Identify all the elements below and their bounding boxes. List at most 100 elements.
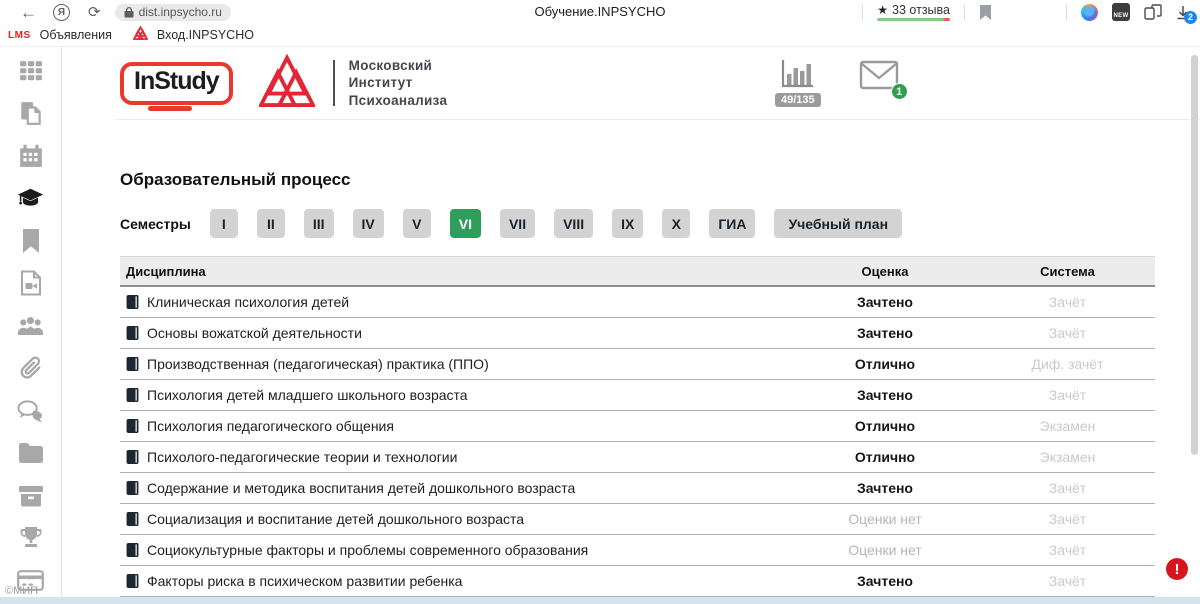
book-icon	[126, 574, 139, 588]
grade-cell: Оценки нет	[790, 542, 980, 558]
semester-tab-3[interactable]: III	[304, 209, 334, 238]
discipline-title: Факторы риска в психическом развитии реб…	[147, 573, 462, 589]
video-file-icon[interactable]	[17, 270, 44, 297]
discipline-link[interactable]: Факторы риска в психическом развитии реб…	[120, 573, 790, 589]
mail-unread-badge: 1	[891, 83, 908, 100]
people-icon[interactable]	[17, 312, 44, 339]
table-row: Психолого-педагогические теории и технол…	[120, 442, 1155, 473]
discipline-title: Социализация и воспитание детей дошкольн…	[147, 511, 524, 527]
page-title: Обучение.INPSYCHO	[535, 4, 666, 19]
chat-icon[interactable]	[17, 397, 44, 424]
bookmark-icon[interactable]	[17, 227, 44, 254]
table-row: Основы вожатской деятельности Зачтено За…	[120, 318, 1155, 349]
reload-icon[interactable]: ⟳	[88, 5, 101, 20]
discipline-title: Социокультурные факторы и проблемы совре…	[147, 542, 588, 558]
trophy-icon[interactable]	[17, 525, 44, 552]
grade-cell: Оценки нет	[790, 511, 980, 527]
discipline-link[interactable]: Психология детей младшего школьного возр…	[120, 387, 790, 403]
discipline-title: Содержание и методика воспитания детей д…	[147, 480, 575, 496]
divider	[1066, 5, 1067, 20]
column-grade: Оценка	[790, 264, 980, 279]
semester-tab-5[interactable]: V	[403, 209, 431, 238]
system-cell: Экзамен	[980, 449, 1155, 465]
semester-tab-2[interactable]: II	[257, 209, 285, 238]
table-header-row: Дисциплина Оценка Система	[120, 256, 1155, 287]
vertical-scrollbar[interactable]	[1191, 55, 1198, 455]
institute-triangle-logo-icon[interactable]	[259, 54, 315, 113]
progress-stats-button[interactable]: 49/135	[775, 56, 821, 107]
archive-icon[interactable]	[17, 482, 44, 509]
book-icon	[126, 357, 139, 371]
bar-chart-icon	[779, 56, 817, 92]
documents-icon[interactable]	[17, 100, 44, 127]
book-icon	[126, 543, 139, 557]
collections-icon[interactable]	[1144, 4, 1162, 20]
yandex-browser-icon[interactable]: Я	[53, 4, 70, 21]
system-cell: Экзамен	[980, 418, 1155, 434]
bookmark-page-icon[interactable]	[979, 5, 992, 20]
semester-tab-1[interactable]: I	[210, 209, 238, 238]
grid-icon[interactable]	[17, 57, 44, 84]
star-icon: ★	[877, 3, 888, 17]
semester-tab-9[interactable]: IX	[612, 209, 643, 238]
mail-button[interactable]: 1	[859, 60, 899, 95]
book-icon	[126, 481, 139, 495]
bookmark-login[interactable]: Вход.INPSYCHO	[157, 28, 254, 42]
instudy-logo[interactable]: InStudy	[120, 62, 233, 105]
discipline-link[interactable]: Социализация и воспитание детей дошкольн…	[120, 511, 790, 527]
sidebar: ©МИП	[0, 47, 62, 597]
discipline-link[interactable]: Производственная (педагогическая) практи…	[120, 356, 790, 372]
address-bar[interactable]: dist.inpsycho.ru	[115, 4, 231, 21]
table-row: Социализация и воспитание детей дошкольн…	[120, 504, 1155, 535]
lock-icon	[124, 7, 134, 18]
semester-tab-8[interactable]: VIII	[554, 209, 593, 238]
calendar-icon[interactable]	[17, 142, 44, 169]
system-cell: Зачёт	[980, 480, 1155, 496]
section-heading: Образовательный процесс	[120, 170, 1200, 190]
inpsycho-triangle-icon	[133, 26, 148, 45]
discipline-title: Производственная (педагогическая) практи…	[147, 356, 489, 372]
semester-tab-10[interactable]: X	[662, 209, 690, 238]
alert-icon[interactable]: !	[1166, 558, 1188, 580]
system-cell: Зачёт	[980, 387, 1155, 403]
book-icon	[126, 388, 139, 402]
book-icon	[126, 512, 139, 526]
discipline-link[interactable]: Психология педагогического общения	[120, 418, 790, 434]
divider	[862, 5, 863, 20]
discipline-link[interactable]: Клиническая психология детей	[120, 294, 790, 310]
table-row: Содержание и методика воспитания детей д…	[120, 473, 1155, 504]
extension-color-icon[interactable]	[1081, 4, 1098, 21]
grade-cell: Зачтено	[790, 480, 980, 496]
bookmarks-bar: LMS Объявления Вход.INPSYCHO	[0, 24, 1200, 47]
graduation-cap-icon[interactable]	[17, 185, 44, 212]
downloads-badge: 2	[1184, 11, 1197, 24]
discipline-title: Основы вожатской деятельности	[147, 325, 362, 341]
reviews-button[interactable]: ★ 33 отзыва	[877, 3, 950, 21]
semester-tab-4[interactable]: IV	[353, 209, 384, 238]
page-header: InStudy Московский Институт Психоанализа…	[115, 47, 1200, 120]
semester-tab-7[interactable]: VII	[500, 209, 535, 238]
downloads-button[interactable]: 2	[1176, 5, 1190, 20]
lms-logo-icon: LMS	[8, 30, 31, 41]
discipline-title: Психология педагогического общения	[147, 418, 394, 434]
back-icon[interactable]: ←	[20, 4, 37, 21]
institute-line: Институт	[349, 74, 448, 92]
discipline-link[interactable]: Содержание и методика воспитания детей д…	[120, 480, 790, 496]
folder-icon[interactable]	[17, 440, 44, 467]
semester-tab-gia[interactable]: ГИА	[709, 209, 755, 238]
discipline-title: Клиническая психология детей	[147, 294, 349, 310]
semester-tab-6[interactable]: VI	[450, 209, 481, 238]
grade-cell: Зачтено	[790, 387, 980, 403]
discipline-link[interactable]: Основы вожатской деятельности	[120, 325, 790, 341]
bookmark-announcements[interactable]: Объявления	[40, 28, 112, 42]
institute-line: Психоанализа	[349, 92, 448, 110]
column-discipline: Дисциплина	[120, 264, 790, 279]
discipline-link[interactable]: Психолого-педагогические теории и технол…	[120, 449, 790, 465]
curriculum-plan-button[interactable]: Учебный план	[774, 209, 902, 238]
divider	[333, 60, 335, 106]
extension-new-icon[interactable]: NEW	[1112, 3, 1130, 21]
discipline-link[interactable]: Социокультурные факторы и проблемы совре…	[120, 542, 790, 558]
system-cell: Зачёт	[980, 542, 1155, 558]
institute-name: Московский Институт Психоанализа	[349, 57, 448, 110]
paperclip-icon[interactable]	[17, 355, 44, 382]
